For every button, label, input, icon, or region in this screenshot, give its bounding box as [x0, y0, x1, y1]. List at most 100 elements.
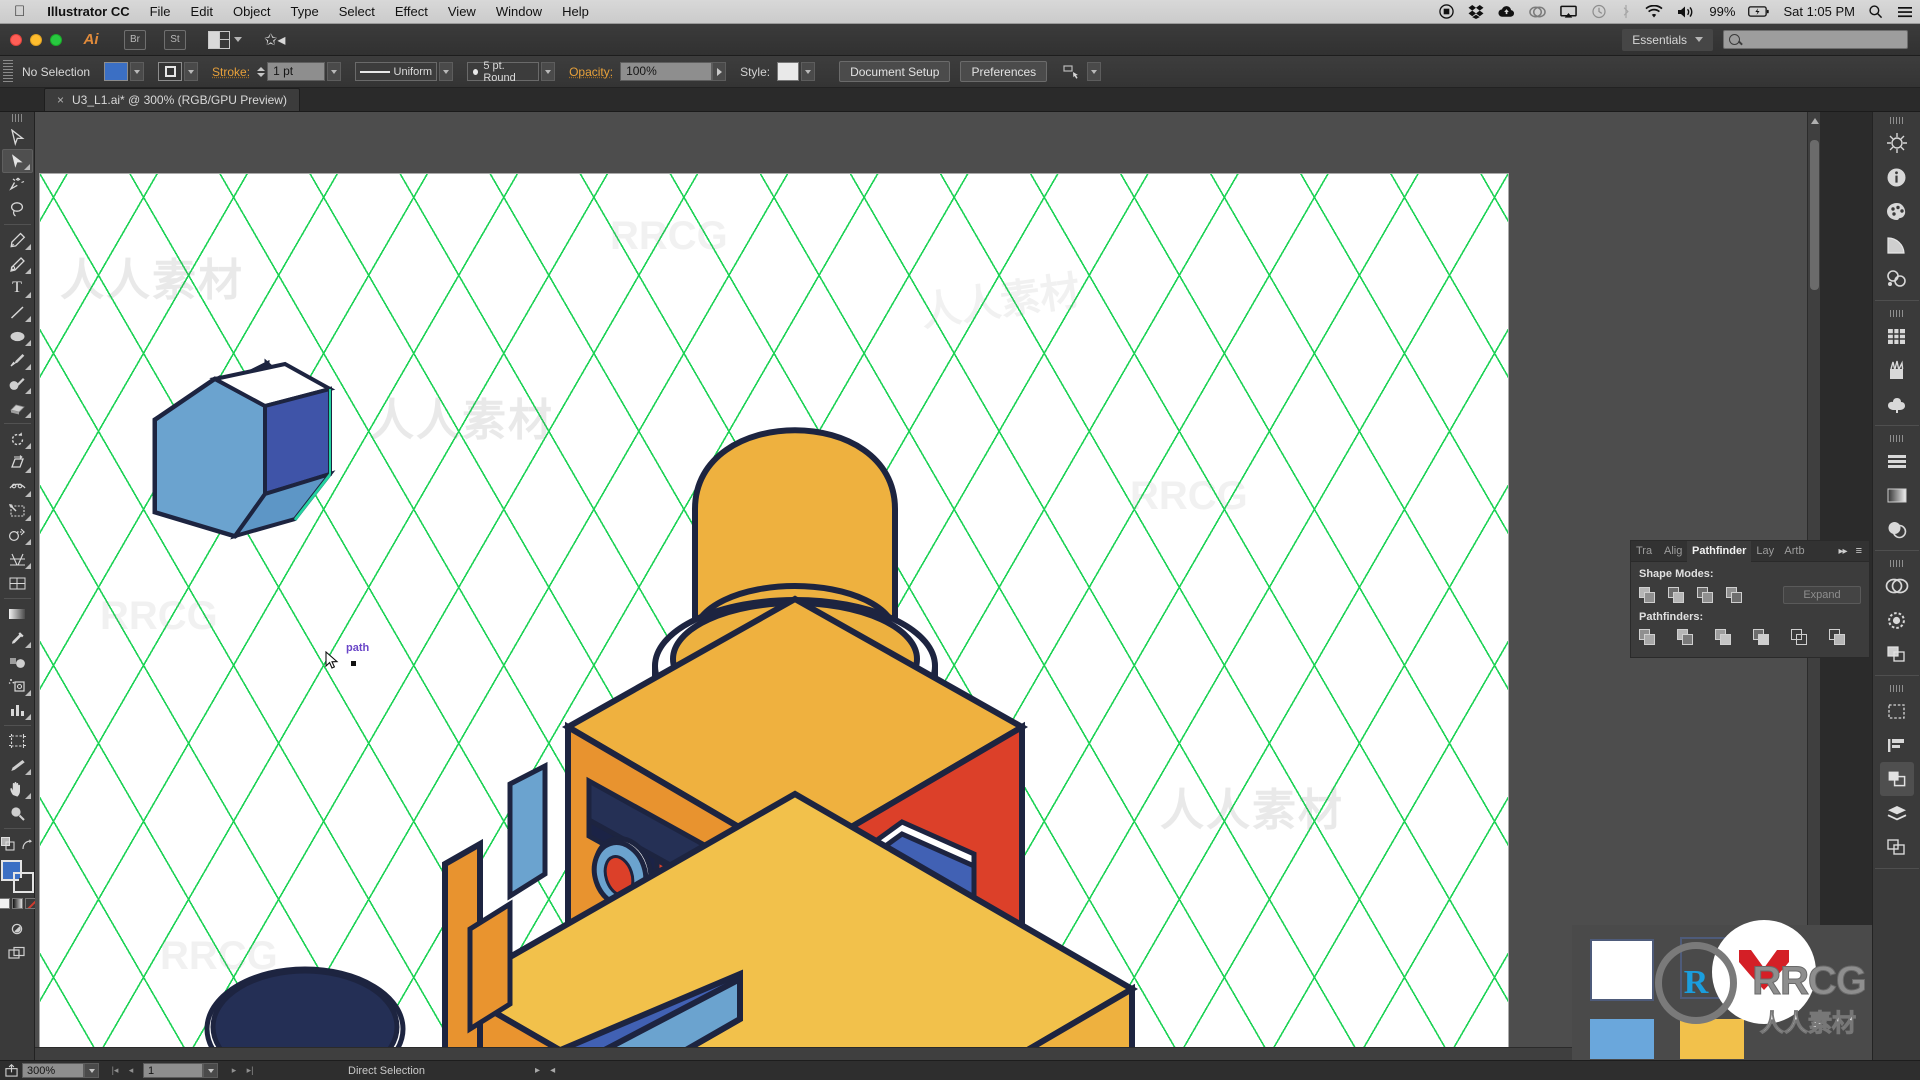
color-mode-buttons[interactable]: [0, 898, 36, 909]
direct-selection-tool[interactable]: [1, 149, 33, 173]
gradient-swatch-icon[interactable]: [11, 898, 23, 909]
dock-gripper[interactable]: [1889, 435, 1904, 442]
share-icon[interactable]: [0, 1064, 22, 1077]
volume-icon[interactable]: [1670, 0, 1703, 24]
style-dropdown[interactable]: [801, 62, 816, 81]
stroke-color-swatch[interactable]: [158, 62, 183, 81]
chevron-right-icon[interactable]: ▸: [535, 1065, 540, 1076]
swap-fill-stroke-icon[interactable]: [21, 838, 34, 851]
magic-wand-tool[interactable]: [2, 173, 33, 197]
type-tool[interactable]: T: [2, 276, 33, 300]
dropbox-icon[interactable]: [1461, 0, 1491, 24]
align-objects-icon[interactable]: [1063, 64, 1081, 80]
zoom-level-dropdown[interactable]: [84, 1063, 99, 1078]
stroke-panel-icon[interactable]: [1880, 603, 1914, 637]
creative-cloud-icon[interactable]: [1522, 0, 1553, 24]
dock-gripper[interactable]: [1889, 560, 1904, 567]
transparency-panel-icon[interactable]: [1880, 512, 1914, 546]
minus-back-icon[interactable]: [1829, 629, 1845, 645]
slice-tool[interactable]: [2, 753, 33, 777]
first-page-icon[interactable]: |◂: [107, 1063, 123, 1078]
crop-icon[interactable]: [1753, 629, 1769, 645]
bridge-button[interactable]: Br: [124, 29, 146, 50]
paintbrush-tool[interactable]: [2, 348, 33, 372]
dark-ellipse-disc[interactable]: [204, 966, 406, 1049]
stroke-swatch-dropdown[interactable]: [184, 62, 199, 81]
isometric-robot-illustration[interactable]: [40, 174, 1508, 1049]
stroke-weight-input[interactable]: 1 pt: [267, 62, 326, 81]
brushes-panel-icon[interactable]: [1880, 353, 1914, 387]
search-icon[interactable]: [1861, 0, 1890, 24]
wifi-icon[interactable]: [1638, 0, 1670, 24]
shaper-tool[interactable]: [2, 372, 33, 396]
artboard[interactable]: 人人素材 RRCG 人人素材 人人素材 RRCG RRCG 人人素材 RRCG: [40, 174, 1508, 1049]
dock-gripper[interactable]: [1889, 117, 1904, 124]
curvature-tool[interactable]: [2, 252, 33, 276]
stroke-label[interactable]: Stroke:: [212, 65, 250, 79]
swatch-blue[interactable]: [1590, 1019, 1654, 1059]
eraser-tool[interactable]: [2, 396, 33, 420]
artboards-panel-icon[interactable]: [1880, 694, 1914, 728]
swatches-panel-icon[interactable]: [1880, 319, 1914, 353]
screen-mode-button[interactable]: [2, 941, 33, 965]
expand-button[interactable]: Expand: [1783, 586, 1861, 604]
search-adobe-stock-field[interactable]: [1723, 30, 1908, 49]
menu-help[interactable]: Help: [552, 0, 599, 24]
chevron-left-icon[interactable]: ◂: [550, 1065, 555, 1076]
graphic-styles-icon[interactable]: [1880, 830, 1914, 864]
next-page-icon[interactable]: ▸: [226, 1063, 242, 1078]
workspace-switcher[interactable]: Essentials: [1622, 28, 1713, 51]
pen-tool[interactable]: [2, 228, 33, 252]
maximize-window-button[interactable]: [50, 33, 62, 46]
prev-page-icon[interactable]: ◂: [123, 1063, 139, 1078]
blend-tool[interactable]: [2, 650, 33, 674]
shape-builder-tool[interactable]: [2, 523, 33, 547]
minus-front-icon[interactable]: [1668, 587, 1684, 603]
swatch-white[interactable]: [1590, 939, 1654, 1001]
page-number-dropdown[interactable]: [203, 1063, 218, 1078]
color-guide-icon[interactable]: [1880, 228, 1914, 262]
brush-dropdown[interactable]: [541, 62, 556, 81]
merge-icon[interactable]: [1715, 629, 1731, 645]
align-tab[interactable]: Alig: [1659, 541, 1687, 562]
outline-icon[interactable]: [1791, 629, 1807, 645]
drawing-mode-row[interactable]: [0, 832, 34, 856]
scale-tool[interactable]: [2, 451, 33, 475]
opacity-flyout-button[interactable]: [712, 62, 727, 81]
libraries-icon[interactable]: [1880, 262, 1914, 296]
free-transform-tool[interactable]: [2, 499, 33, 523]
align-dropdown[interactable]: [1087, 62, 1102, 81]
close-window-button[interactable]: [10, 33, 22, 46]
align-panel-icon[interactable]: [1880, 444, 1914, 478]
change-screen-mode-button[interactable]: [2, 917, 33, 941]
mesh-tool[interactable]: [2, 571, 33, 595]
perspective-grid-tool[interactable]: [2, 547, 33, 571]
swatch-yellow[interactable]: [1680, 1019, 1744, 1059]
creative-cloud-libraries-icon[interactable]: [1880, 569, 1914, 603]
fill-stroke-indicator[interactable]: [0, 860, 34, 893]
document-tab[interactable]: × U3_L1.ai* @ 300% (RGB/GPU Preview): [44, 88, 300, 111]
ellipse-tool[interactable]: [2, 324, 33, 348]
fill-swatch-dropdown[interactable]: [130, 62, 145, 81]
column-graph-tool[interactable]: [2, 698, 33, 722]
swatches-overlay[interactable]: R RRCG 人人素材: [1572, 920, 1872, 1060]
menu-effect[interactable]: Effect: [385, 0, 438, 24]
stroke-weight-stepper[interactable]: [257, 66, 266, 77]
eyedropper-tool[interactable]: [2, 626, 33, 650]
menu-select[interactable]: Select: [329, 0, 385, 24]
menu-app-name[interactable]: Illustrator CC: [37, 0, 139, 24]
window-controls[interactable]: [0, 33, 62, 46]
arrange-documents-button[interactable]: [208, 30, 242, 49]
intersect-icon[interactable]: [1697, 587, 1713, 603]
battery-charging-icon[interactable]: [1741, 0, 1777, 24]
artboard-tool[interactable]: [2, 729, 33, 753]
current-tool-status[interactable]: Direct Selection: [348, 1065, 425, 1077]
dock-gripper[interactable]: [1889, 685, 1904, 692]
variable-width-profile[interactable]: Uniform: [355, 62, 438, 81]
canvas-area[interactable]: 人人素材 RRCG 人人素材 人人素材 RRCG RRCG 人人素材 RRCG: [35, 112, 1820, 1060]
airplay-icon[interactable]: [1553, 0, 1584, 24]
draw-normal-icon[interactable]: [0, 837, 15, 851]
rotate-tool[interactable]: [2, 427, 33, 451]
dock-gripper[interactable]: [1889, 310, 1904, 317]
menu-object[interactable]: Object: [223, 0, 281, 24]
